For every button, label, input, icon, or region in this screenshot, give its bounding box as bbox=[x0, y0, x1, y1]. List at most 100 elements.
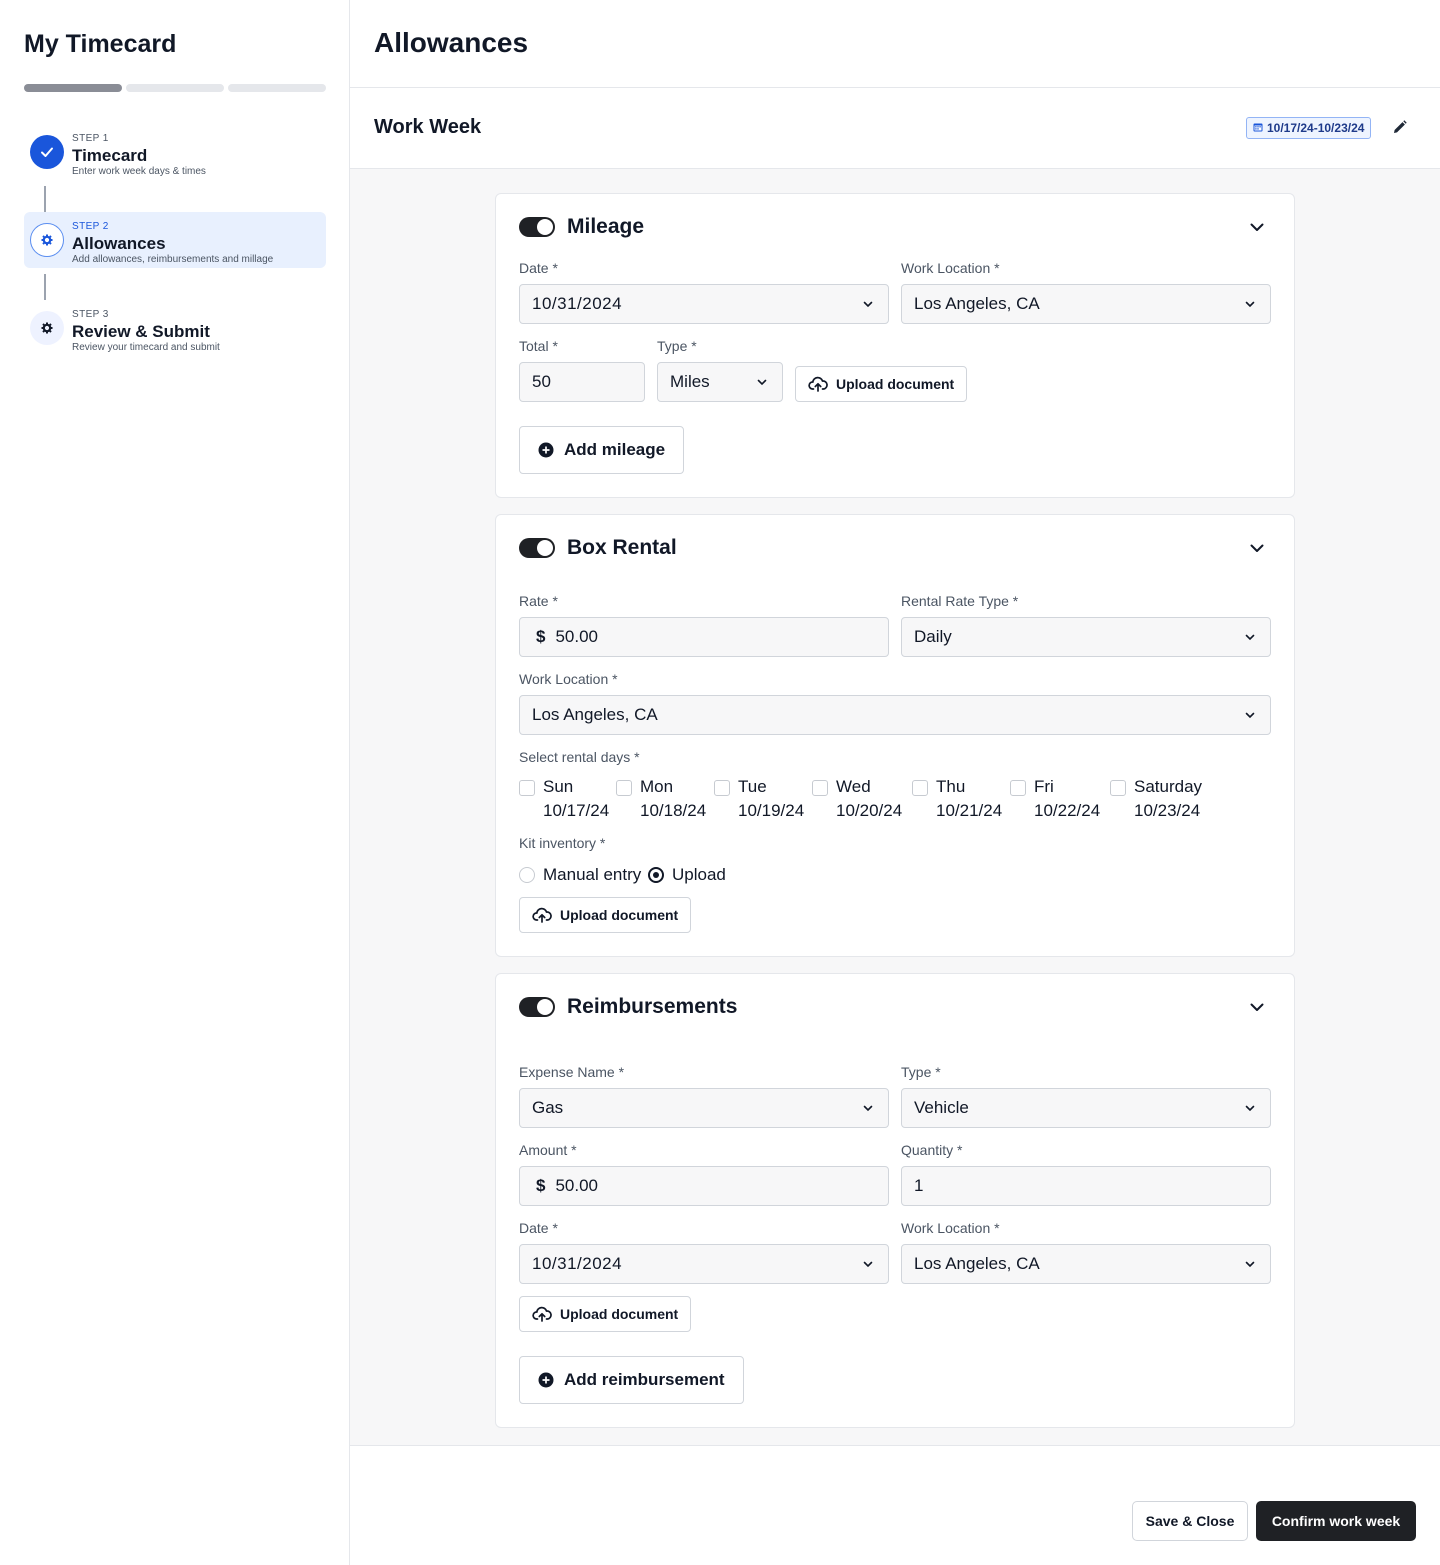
chevron-down-icon bbox=[1245, 1261, 1255, 1268]
page-title: Allowances bbox=[374, 27, 529, 58]
step-number: STEP 1 bbox=[72, 133, 109, 144]
quantity-label: Quantity * bbox=[901, 1142, 963, 1158]
kit-inventory-label: Kit inventory * bbox=[519, 835, 606, 851]
step-review-submit[interactable]: STEP 3 Review & Submit Review your timec… bbox=[24, 300, 326, 356]
reimbursement-quantity-input[interactable]: 1 bbox=[901, 1166, 1271, 1206]
reimbursements-card: Reimbursements Expense Name * Gas Type *… bbox=[495, 973, 1295, 1428]
work-location-label: Work Location * bbox=[901, 260, 1000, 276]
chevron-down-icon[interactable] bbox=[1248, 998, 1266, 1016]
work-week-bar: Work Week 10/17/24-10/23/24 bbox=[350, 88, 1440, 169]
expense-name-select[interactable]: Gas bbox=[519, 1088, 889, 1128]
rental-rate-type-label: Rental Rate Type * bbox=[901, 593, 1019, 609]
work-location-label: Work Location * bbox=[519, 671, 618, 687]
checkbox[interactable] bbox=[912, 780, 928, 796]
check-icon bbox=[30, 135, 64, 169]
cloud-upload-icon bbox=[532, 907, 552, 923]
step-description: Enter work week days & times bbox=[72, 166, 206, 177]
reimbursement-amount-input[interactable]: $ 50.00 bbox=[519, 1166, 889, 1206]
box-rental-upload-button[interactable]: Upload document bbox=[519, 897, 692, 933]
step-name: Review & Submit bbox=[72, 322, 210, 341]
chevron-down-icon bbox=[1245, 301, 1255, 308]
expense-name-label: Expense Name * bbox=[519, 1064, 625, 1080]
step-timecard[interactable]: STEP 1 Timecard Enter work week days & t… bbox=[24, 124, 326, 180]
kit-upload-radio[interactable]: Upload bbox=[648, 865, 726, 885]
step-description: Add allowances, reimbursements and milla… bbox=[72, 254, 274, 265]
save-close-button[interactable]: Save & Close bbox=[1132, 1501, 1248, 1541]
card-title: Box Rental bbox=[567, 536, 677, 559]
chevron-down-icon bbox=[1245, 634, 1255, 641]
radio-button[interactable] bbox=[519, 867, 535, 883]
chevron-down-icon[interactable] bbox=[1248, 539, 1266, 557]
sidebar: My Timecard STEP 1 Timecard Enter work w… bbox=[0, 0, 350, 1565]
rental-rate-type-select[interactable]: Daily bbox=[901, 617, 1271, 657]
work-week-range-badge: 10/17/24-10/23/24 bbox=[1246, 117, 1372, 139]
kit-manual-entry-radio[interactable]: Manual entry bbox=[519, 865, 641, 885]
chevron-down-icon bbox=[863, 1105, 873, 1112]
currency-symbol: $ bbox=[536, 1176, 546, 1195]
step-number: STEP 2 bbox=[72, 221, 109, 232]
step-connector bbox=[44, 274, 46, 300]
date-label: Date * bbox=[519, 1220, 558, 1236]
checkbox[interactable] bbox=[714, 780, 730, 796]
checkbox[interactable] bbox=[1010, 780, 1026, 796]
mileage-total-input[interactable]: 50 bbox=[519, 362, 645, 402]
mileage-upload-button[interactable]: Upload document bbox=[795, 366, 968, 402]
progress-segment-1 bbox=[24, 84, 122, 92]
gear-icon bbox=[30, 223, 64, 257]
currency-symbol: $ bbox=[536, 627, 546, 646]
step-description: Review your timecard and submit bbox=[72, 342, 220, 353]
step-name: Timecard bbox=[72, 146, 148, 165]
work-week-title: Work Week bbox=[374, 116, 482, 138]
confirm-work-week-button[interactable]: Confirm work week bbox=[1256, 1501, 1416, 1541]
pencil-icon[interactable] bbox=[1390, 118, 1408, 136]
step-number: STEP 3 bbox=[72, 309, 109, 320]
box-rental-rate-input[interactable]: $ 50.00 bbox=[519, 617, 889, 657]
rate-label: Rate * bbox=[519, 593, 558, 609]
cloud-upload-icon bbox=[532, 1306, 552, 1322]
checkbox[interactable] bbox=[1110, 780, 1126, 796]
box-rental-work-location-select[interactable]: Los Angeles, CA bbox=[519, 695, 1271, 735]
chevron-down-icon bbox=[757, 379, 767, 386]
date-label: Date * bbox=[519, 260, 558, 276]
reimbursements-toggle[interactable] bbox=[519, 997, 555, 1017]
work-location-label: Work Location * bbox=[901, 1220, 1000, 1236]
radio-button-selected[interactable] bbox=[648, 867, 664, 883]
plus-circle-icon bbox=[538, 442, 554, 458]
add-reimbursement-button[interactable]: Add reimbursement bbox=[519, 1356, 744, 1404]
checkbox[interactable] bbox=[616, 780, 632, 796]
mileage-type-select[interactable]: Miles bbox=[657, 362, 783, 402]
allowances-content: Mileage Date * 10/31/2024 Work Location … bbox=[350, 169, 1440, 1446]
checkbox[interactable] bbox=[519, 780, 535, 796]
reimbursement-type-select[interactable]: Vehicle bbox=[901, 1088, 1271, 1128]
mileage-work-location-select[interactable]: Los Angeles, CA bbox=[901, 284, 1271, 324]
gear-icon bbox=[30, 311, 64, 345]
rental-days-label: Select rental days * bbox=[519, 749, 640, 765]
amount-label: Amount * bbox=[519, 1142, 577, 1158]
progress-bar bbox=[24, 84, 326, 92]
reimbursement-date-select[interactable]: 10/31/2024 bbox=[519, 1244, 889, 1284]
card-title: Reimbursements bbox=[567, 995, 738, 1018]
add-mileage-button[interactable]: Add mileage bbox=[519, 426, 685, 474]
box-rental-card: Box Rental Rate * $ 50.00 Rental Rate Ty… bbox=[495, 514, 1295, 957]
main-panel: Allowances Work Week 10/17/24-10/23/24 M… bbox=[350, 0, 1440, 1565]
card-title: Mileage bbox=[567, 215, 645, 238]
type-label: Type * bbox=[657, 338, 697, 354]
progress-segment-3 bbox=[228, 84, 326, 92]
box-rental-toggle[interactable] bbox=[519, 538, 555, 558]
total-label: Total * bbox=[519, 338, 558, 354]
checkbox[interactable] bbox=[812, 780, 828, 796]
type-label: Type * bbox=[901, 1064, 941, 1080]
sidebar-title: My Timecard bbox=[24, 30, 177, 58]
mileage-date-select[interactable]: 10/31/2024 bbox=[519, 284, 889, 324]
reimbursement-upload-button[interactable]: Upload document bbox=[519, 1296, 692, 1332]
step-connector bbox=[44, 186, 46, 212]
chevron-down-icon bbox=[1245, 1105, 1255, 1112]
reimbursement-work-location-select[interactable]: Los Angeles, CA bbox=[901, 1244, 1271, 1284]
mileage-toggle[interactable] bbox=[519, 217, 555, 237]
chevron-down-icon bbox=[1245, 712, 1255, 719]
cloud-upload-icon bbox=[808, 376, 828, 392]
chevron-down-icon[interactable] bbox=[1248, 218, 1266, 236]
calendar-icon bbox=[1253, 121, 1263, 135]
step-allowances[interactable]: STEP 2 Allowances Add allowances, reimbu… bbox=[24, 212, 326, 268]
chevron-down-icon bbox=[863, 301, 873, 308]
